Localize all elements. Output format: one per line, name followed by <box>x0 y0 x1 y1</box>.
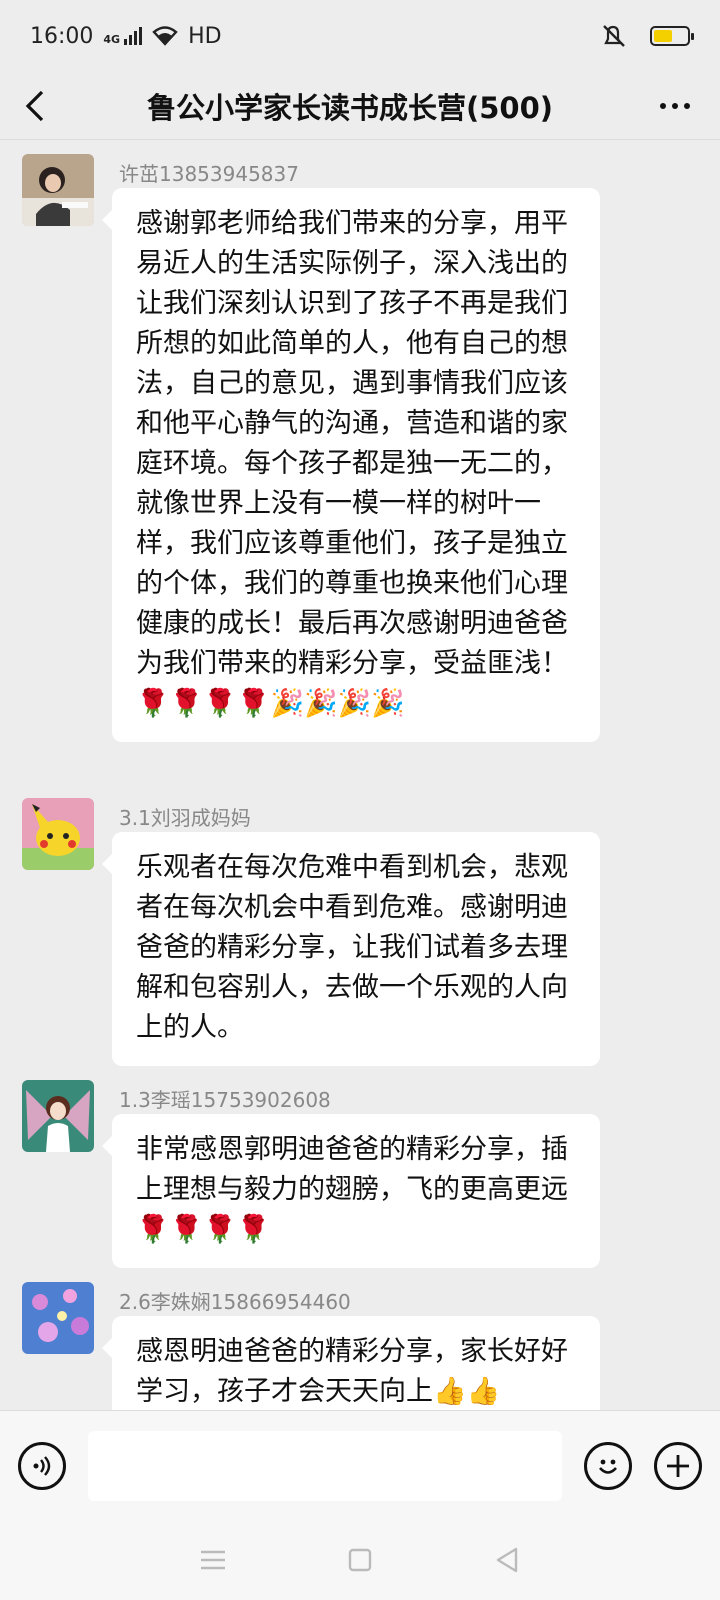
message-text: 感谢郭老师给我们带来的分享，用平易近人的生活实际例子，深入浅出的让我们深刻认识到… <box>136 208 568 719</box>
message-bubble[interactable]: 非常感恩郭明迪爸爸的精彩分享，插上理想与毅力的翅膀，飞的更高更远🌹🌹🌹🌹 <box>102 1114 600 1268</box>
back-button[interactable] <box>0 72 70 140</box>
avatar[interactable] <box>22 1080 94 1152</box>
system-nav-bar <box>0 1520 720 1600</box>
title-bar: 鲁公小学家长读书成长营(500) <box>0 72 720 140</box>
home-icon <box>348 1548 372 1572</box>
message-input[interactable] <box>88 1430 562 1501</box>
more-button[interactable] <box>630 72 720 140</box>
chat-list[interactable]: 许茁13853945837 感谢郭老师给我们带来的分享，用平易近人的生活实际例子… <box>0 140 720 1410</box>
wifi-icon <box>152 26 178 46</box>
message-text: 感恩明迪爸爸的精彩分享，家长好好学习，孩子才会天天向上👍👍 <box>136 1336 568 1407</box>
nav-back-button[interactable] <box>487 1540 527 1580</box>
message-bubble[interactable]: 感恩明迪爸爸的精彩分享，家长好好学习，孩子才会天天向上👍👍 <box>102 1316 600 1410</box>
mute-icon <box>603 25 625 47</box>
back-arrow-icon <box>25 90 44 121</box>
avatar[interactable] <box>22 154 94 226</box>
emoji-icon <box>599 1459 617 1474</box>
message-bubble[interactable]: 乐观者在每次危难中看到机会，悲观者在每次机会中看到危难。感谢明迪爸爸的精彩分享，… <box>102 832 600 1066</box>
plus-icon <box>667 1454 689 1477</box>
input-bar <box>0 1410 720 1520</box>
status-bar: 16:00 4G HD <box>0 0 720 72</box>
sender-name: 2.6李姝娴15866954460 <box>119 1290 351 1314</box>
back-nav-icon <box>496 1547 517 1573</box>
recent-apps-button[interactable] <box>193 1540 233 1580</box>
avatar[interactable] <box>22 1282 94 1354</box>
message-bubble[interactable]: 感谢郭老师给我们带来的分享，用平易近人的生活实际例子，深入浅出的让我们深刻认识到… <box>102 188 600 742</box>
more-icon <box>660 102 690 109</box>
status-time: 16:00 <box>30 23 94 49</box>
home-button[interactable] <box>340 1540 380 1580</box>
network-label: 4G <box>103 33 121 46</box>
sender-name: 1.3李瑶15753902608 <box>119 1088 331 1112</box>
message-text: 乐观者在每次危难中看到机会，悲观者在每次机会中看到危难。感谢明迪爸爸的精彩分享，… <box>136 852 568 1043</box>
chat-title: 鲁公小学家长读书成长营(500) <box>146 90 554 125</box>
voice-button[interactable] <box>18 1441 66 1490</box>
avatar[interactable] <box>22 798 94 870</box>
signal-icon: 4G <box>103 27 143 46</box>
more-functions-button[interactable] <box>654 1441 702 1490</box>
menu-icon <box>201 1550 226 1570</box>
sender-name: 许茁13853945837 <box>119 162 299 186</box>
sender-name: 3.1刘羽成妈妈 <box>119 806 251 830</box>
voice-icon <box>33 1455 51 1476</box>
emoji-button[interactable] <box>584 1441 632 1490</box>
hd-label: HD <box>188 23 222 49</box>
message-text: 非常感恩郭明迪爸爸的精彩分享，插上理想与毅力的翅膀，飞的更高更远🌹🌹🌹🌹 <box>136 1134 568 1245</box>
battery-icon <box>650 26 694 46</box>
